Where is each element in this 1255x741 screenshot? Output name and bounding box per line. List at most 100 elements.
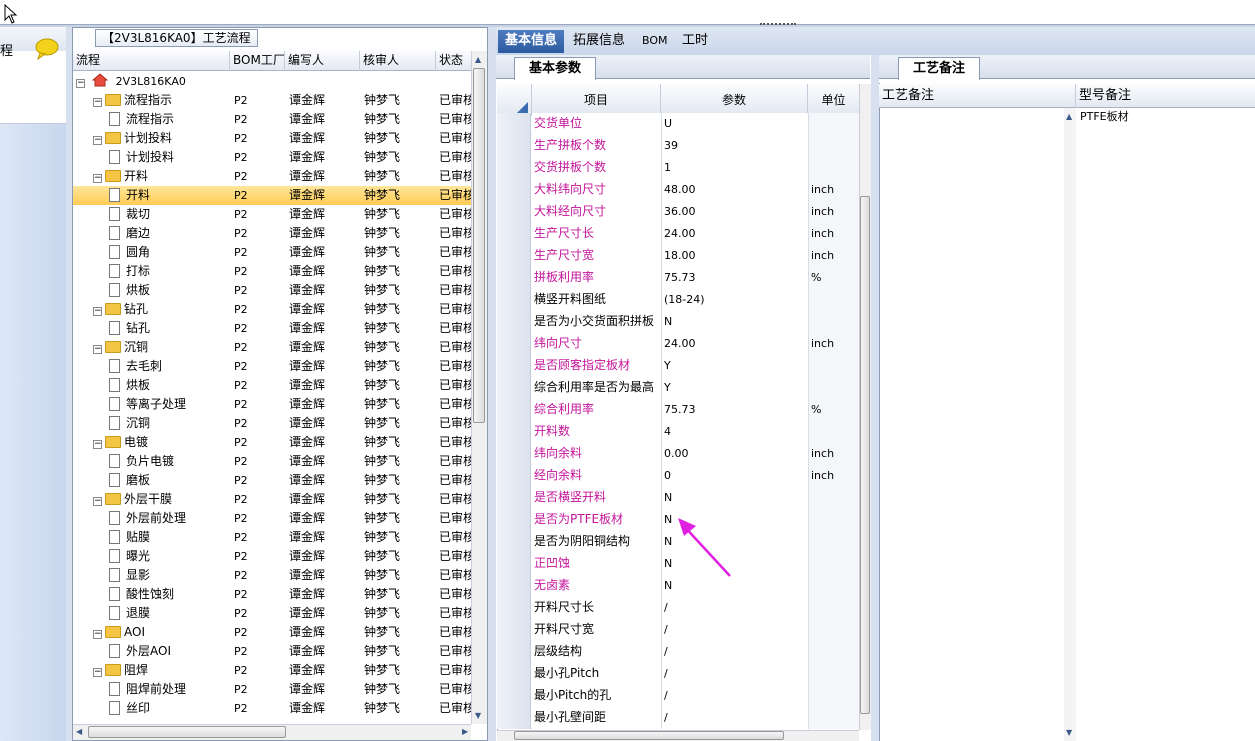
row-header[interactable] (497, 487, 531, 509)
right-splitter[interactable] (871, 55, 879, 741)
tree-folder-row[interactable]: − 计划投料 P2 谭金辉 钟梦飞 已审核 (73, 129, 471, 148)
param-row[interactable]: 纬向尺寸 24.00 inch (497, 333, 859, 355)
row-header[interactable] (497, 663, 531, 685)
param-row[interactable]: 交货单位 U (497, 113, 859, 135)
row-header[interactable] (497, 179, 531, 201)
param-row[interactable]: 综合利用率 75.73% (497, 399, 859, 421)
scroll-down-icon[interactable]: ▼ (475, 711, 481, 720)
row-header[interactable] (497, 113, 531, 135)
param-row[interactable]: 拼板利用率 75.73% (497, 267, 859, 289)
tree-folder-row[interactable]: − 沉铜 P2 谭金辉 钟梦飞 已审核 (73, 338, 471, 357)
tree-step-row[interactable]: 裁切 P2 谭金辉 钟梦飞 已审核 (73, 205, 471, 224)
tree-folder-row[interactable]: − 开料 P2 谭金辉 钟梦飞 已审核 (73, 167, 471, 186)
col-header-reviewer[interactable]: 核审人 (360, 51, 436, 71)
param-row[interactable]: 最小Pitch的孔 / (497, 685, 859, 707)
param-row[interactable]: 横竖开料图纸 (18-24) (497, 289, 859, 311)
row-header[interactable] (497, 685, 531, 707)
col-header-flow[interactable]: 流程 (73, 51, 230, 71)
tab-extended-info[interactable]: 拓展信息 (566, 30, 632, 53)
row-header[interactable] (497, 465, 531, 487)
row-header[interactable] (497, 619, 531, 641)
row-header[interactable] (497, 553, 531, 575)
param-value[interactable]: 1 (661, 157, 808, 179)
param-row[interactable]: 最小孔Pitch / (497, 663, 859, 685)
col-header-process-note[interactable]: 工艺备注 (879, 84, 1076, 108)
tree-folder-row[interactable]: − AOI P2 谭金辉 钟梦飞 已审核 (73, 623, 471, 642)
param-value[interactable]: Y (661, 377, 808, 399)
param-value[interactable]: 0 (661, 465, 808, 487)
scroll-up-icon[interactable]: ▲ (1066, 112, 1072, 121)
row-header[interactable] (497, 443, 531, 465)
collapse-icon[interactable]: − (93, 136, 102, 145)
tree-step-row[interactable]: 曝光 P2 谭金辉 钟梦飞 已审核 (73, 547, 471, 566)
param-row[interactable]: 最小孔壁间距 / (497, 707, 859, 729)
param-value[interactable]: / (661, 619, 808, 641)
row-header[interactable] (497, 289, 531, 311)
param-value[interactable]: (18-24) (661, 289, 808, 311)
param-value[interactable]: 24.00 (661, 333, 808, 355)
row-header[interactable] (497, 707, 531, 729)
param-value[interactable]: / (661, 641, 808, 663)
param-value[interactable]: U (661, 113, 808, 135)
col-header-author[interactable]: 编写人 (285, 51, 360, 71)
tree-folder-row[interactable]: − 流程指示 P2 谭金辉 钟梦飞 已审核 (73, 91, 471, 110)
param-value[interactable]: 0.00 (661, 443, 808, 465)
param-value[interactable]: 39 (661, 135, 808, 157)
tab-basic-info[interactable]: 基本信息 (498, 30, 565, 53)
scroll-up-icon[interactable]: ▲ (475, 55, 481, 64)
tree-step-row[interactable]: 烘板 P2 谭金辉 钟梦飞 已审核 (73, 376, 471, 395)
param-value[interactable]: 24.00 (661, 223, 808, 245)
row-header[interactable] (497, 641, 531, 663)
scroll-left-icon[interactable]: ◀ (76, 727, 82, 736)
row-header[interactable] (497, 377, 531, 399)
param-row[interactable]: 开料尺寸长 / (497, 597, 859, 619)
row-header[interactable] (497, 157, 531, 179)
tree-step-row[interactable]: 等离子处理 P2 谭金辉 钟梦飞 已审核 (73, 395, 471, 414)
tree-step-row[interactable]: 阻焊前处理 P2 谭金辉 钟梦飞 已审核 (73, 680, 471, 699)
param-row[interactable]: 大料纬向尺寸 48.00 inch (497, 179, 859, 201)
tree-step-row[interactable]: 负片电镀 P2 谭金辉 钟梦飞 已审核 (73, 452, 471, 471)
row-header[interactable] (497, 597, 531, 619)
param-value[interactable]: 75.73 (661, 267, 808, 289)
param-row[interactable]: 是否顾客指定板材 Y (497, 355, 859, 377)
tree-step-row[interactable]: 流程指示 P2 谭金辉 钟梦飞 已审核 (73, 110, 471, 129)
tree-step-row[interactable]: 退膜 P2 谭金辉 钟梦飞 已审核 (73, 604, 471, 623)
tree-step-row[interactable]: 酸性蚀刻 P2 谭金辉 钟梦飞 已审核 (73, 585, 471, 604)
param-row[interactable]: 是否横竖开料 N (497, 487, 859, 509)
param-row[interactable]: 生产尺寸宽 18.00 inch (497, 245, 859, 267)
param-row[interactable]: 大料经向尺寸 36.00 inch (497, 201, 859, 223)
tree-folder-row[interactable]: − 电镀 P2 谭金辉 钟梦飞 已审核 (73, 433, 471, 452)
col-header-bom[interactable]: BOM工厂 (230, 51, 285, 71)
row-header[interactable] (497, 531, 531, 553)
row-header[interactable] (497, 509, 531, 531)
tree-step-row[interactable]: 烘板 P2 谭金辉 钟梦飞 已审核 (73, 281, 471, 300)
tab-process-notes[interactable]: 工艺备注 (898, 57, 980, 80)
collapse-icon[interactable]: − (76, 79, 85, 88)
param-row[interactable]: 综合利用率是否为最高 Y (497, 377, 859, 399)
col-header-model-note[interactable]: 型号备注 (1076, 84, 1255, 108)
collapse-icon[interactable]: − (93, 668, 102, 677)
param-value[interactable]: / (661, 707, 808, 729)
row-header[interactable] (497, 245, 531, 267)
param-value[interactable]: / (661, 597, 808, 619)
param-row[interactable]: 开料尺寸宽 / (497, 619, 859, 641)
param-value[interactable]: N (661, 311, 808, 333)
param-row[interactable]: 生产尺寸长 24.00 inch (497, 223, 859, 245)
collapse-icon[interactable]: − (93, 440, 102, 449)
process-note-cell[interactable] (879, 108, 1076, 741)
tree-step-row[interactable]: 磨边 P2 谭金辉 钟梦飞 已审核 (73, 224, 471, 243)
param-value[interactable]: / (661, 663, 808, 685)
param-row[interactable]: 生产拼板个数 39 (497, 135, 859, 157)
collapse-icon[interactable]: − (93, 345, 102, 354)
collapse-icon[interactable]: − (93, 497, 102, 506)
param-row[interactable]: 层级结构 / (497, 641, 859, 663)
tab-bom[interactable]: BOM (635, 30, 675, 53)
param-value[interactable]: 48.00 (661, 179, 808, 201)
tree-step-row[interactable]: 贴膜 P2 谭金辉 钟梦飞 已审核 (73, 528, 471, 547)
col-header-status[interactable]: 状态 (436, 51, 471, 71)
col-header-item[interactable]: 项目 (532, 84, 661, 116)
param-row[interactable]: 纬向余料 0.00 inch (497, 443, 859, 465)
tab-work-hours[interactable]: 工时 (675, 30, 715, 53)
param-value[interactable]: 18.00 (661, 245, 808, 267)
tree-step-row[interactable]: 沉铜 P2 谭金辉 钟梦飞 已审核 (73, 414, 471, 433)
